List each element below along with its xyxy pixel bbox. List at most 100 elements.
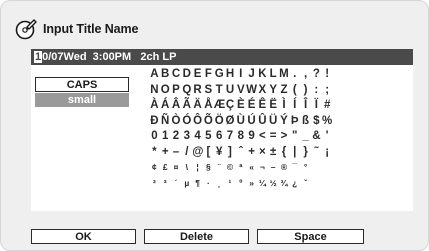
character-key[interactable]: Ò xyxy=(171,114,182,129)
character-key[interactable]: ¢ xyxy=(149,160,160,175)
character-key[interactable]: ¨ xyxy=(214,160,225,175)
character-key[interactable]: U xyxy=(225,83,236,98)
character-key[interactable]: _ xyxy=(300,129,311,144)
character-key[interactable]: Í xyxy=(289,98,300,113)
character-key[interactable]: \ xyxy=(181,160,192,175)
character-key[interactable]: = xyxy=(268,129,279,144)
character-key[interactable]: Â xyxy=(171,98,182,113)
character-key[interactable]: M xyxy=(279,67,290,82)
character-key[interactable]: { xyxy=(279,145,290,160)
character-key[interactable]: ] xyxy=(225,145,236,160)
character-key[interactable]: H xyxy=(225,67,236,82)
character-key[interactable]: I xyxy=(235,67,246,82)
character-key[interactable]: Ó xyxy=(181,114,192,129)
character-key[interactable]: Þ xyxy=(289,114,300,129)
character-key[interactable]: V xyxy=(235,83,246,98)
character-key[interactable]: T xyxy=(214,83,225,98)
character-key[interactable]: Ý xyxy=(279,114,290,129)
small-button[interactable]: small xyxy=(35,93,129,107)
character-key[interactable]: > xyxy=(279,129,290,144)
caps-button[interactable]: CAPS xyxy=(35,77,129,92)
character-key[interactable]: D xyxy=(181,67,192,82)
character-key[interactable]: 3 xyxy=(181,129,192,144)
title-name-field[interactable]: 1 0/07Wed 3:00PM 2ch LP xyxy=(31,49,413,65)
character-key[interactable]: X xyxy=(257,83,268,98)
character-key[interactable]: : xyxy=(311,83,322,98)
character-key[interactable]: 6 xyxy=(214,129,225,144)
character-key[interactable]: ˆ xyxy=(235,145,246,160)
character-key[interactable]: £ xyxy=(160,160,171,175)
character-key[interactable]: ; xyxy=(322,83,333,98)
character-key[interactable]: ) xyxy=(300,83,311,98)
character-key[interactable]: ¸ xyxy=(214,176,225,191)
character-key[interactable]: ¶ xyxy=(192,176,203,191)
character-key[interactable]: B xyxy=(160,67,171,82)
character-key[interactable]: ® xyxy=(279,160,290,175)
character-key[interactable]: N xyxy=(149,83,160,98)
character-key[interactable]: « xyxy=(246,160,257,175)
character-key[interactable]: Ä xyxy=(192,98,203,113)
character-key[interactable]: , xyxy=(300,67,311,82)
character-key[interactable]: Ï xyxy=(311,98,322,113)
character-key[interactable]: 4 xyxy=(192,129,203,144)
character-key[interactable]: 8 xyxy=(235,129,246,144)
character-key[interactable]: . xyxy=(289,67,300,82)
character-key[interactable]: ¡ xyxy=(322,145,333,160)
character-key[interactable]: % xyxy=(322,114,333,129)
character-key[interactable]: Ç xyxy=(225,98,236,113)
character-key[interactable]: ¬ xyxy=(257,160,268,175)
character-key[interactable]: Ê xyxy=(257,98,268,113)
character-key[interactable]: ¹ xyxy=(225,176,236,191)
character-key[interactable]: O xyxy=(160,83,171,98)
character-key[interactable]: ' xyxy=(322,129,333,144)
character-key[interactable]: Û xyxy=(257,114,268,129)
character-key[interactable]: A xyxy=(149,67,160,82)
character-key[interactable]: ß xyxy=(300,114,311,129)
character-key[interactable]: ³ xyxy=(160,176,171,191)
character-key[interactable]: ! xyxy=(322,67,333,82)
character-key[interactable]: ( xyxy=(289,83,300,98)
character-key[interactable]: R xyxy=(192,83,203,98)
character-key[interactable]: ˇ xyxy=(300,176,311,191)
character-key[interactable]: § xyxy=(203,160,214,175)
character-key[interactable]: – xyxy=(268,160,279,175)
character-key[interactable]: J xyxy=(246,67,257,82)
delete-button[interactable]: Delete xyxy=(144,229,249,244)
character-key[interactable]: Ì xyxy=(279,98,290,113)
character-key[interactable]: Ë xyxy=(268,98,279,113)
character-key[interactable]: 0 xyxy=(149,129,160,144)
character-key[interactable]: K xyxy=(257,67,268,82)
character-key[interactable]: E xyxy=(192,67,203,82)
character-key[interactable]: | xyxy=(289,145,300,160)
character-key[interactable]: µ xyxy=(181,176,192,191)
character-key[interactable]: × xyxy=(257,145,268,160)
character-key[interactable]: Ú xyxy=(246,114,257,129)
character-key[interactable]: @ xyxy=(192,145,203,160)
character-key[interactable]: 5 xyxy=(203,129,214,144)
character-key[interactable]: Ô xyxy=(192,114,203,129)
character-key[interactable]: » xyxy=(246,176,257,191)
character-key[interactable]: ¾ xyxy=(279,176,290,191)
character-key[interactable]: / xyxy=(181,145,192,160)
character-key[interactable]: 9 xyxy=(246,129,257,144)
character-key[interactable]: ¥ xyxy=(214,145,225,160)
character-key[interactable]: Ö xyxy=(214,114,225,129)
character-key[interactable]: ¯ xyxy=(289,160,300,175)
character-key[interactable]: º xyxy=(235,176,246,191)
character-key[interactable]: È xyxy=(235,98,246,113)
character-key[interactable]: Ø xyxy=(225,114,236,129)
character-key[interactable]: Ù xyxy=(235,114,246,129)
character-key[interactable]: À xyxy=(149,98,160,113)
character-key[interactable]: Æ xyxy=(214,98,226,113)
character-key[interactable]: © xyxy=(225,160,236,175)
character-key[interactable]: ¼ xyxy=(257,176,268,191)
character-key[interactable]: Q xyxy=(181,83,192,98)
character-key[interactable]: P xyxy=(171,83,182,98)
character-key[interactable]: ½ xyxy=(268,176,279,191)
character-key[interactable]: S xyxy=(203,83,214,98)
character-key[interactable]: Å xyxy=(203,98,214,113)
ok-button[interactable]: OK xyxy=(31,229,136,244)
character-key[interactable]: # xyxy=(322,98,333,113)
character-key[interactable]: ± xyxy=(268,145,279,160)
character-key[interactable]: $ xyxy=(311,114,322,129)
